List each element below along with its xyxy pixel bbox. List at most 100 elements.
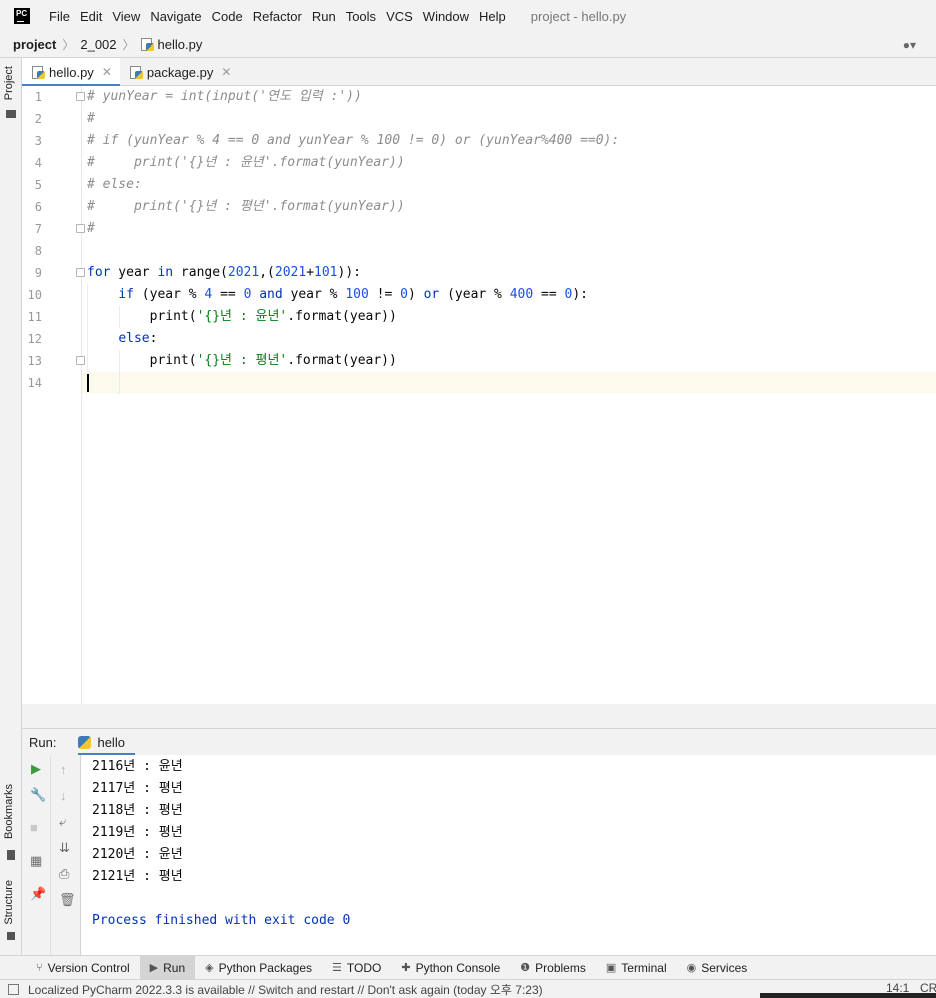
chevron-right-icon: 〉 bbox=[62, 38, 75, 52]
breadcrumb-file-label: hello.py bbox=[157, 37, 203, 52]
line-number: 7 bbox=[34, 222, 42, 236]
pin-icon[interactable]: 📌 bbox=[30, 887, 46, 901]
tool-services[interactable]: ◉ Services bbox=[677, 956, 758, 980]
tab-label: package.py bbox=[146, 64, 214, 80]
menu-edit[interactable]: Edit bbox=[75, 9, 107, 24]
python-file-icon bbox=[129, 65, 143, 79]
project-tool-tab[interactable]: Project bbox=[3, 66, 15, 100]
tab-hello-py[interactable]: hello.py ✕ bbox=[22, 58, 120, 87]
breadcrumb-file[interactable]: hello.py bbox=[140, 37, 203, 52]
current-line-highlight bbox=[22, 372, 936, 394]
code-editor[interactable]: 1 2 3 4 5 6 7 8 9 10 11 12 13 14 # yunYe… bbox=[22, 86, 936, 704]
close-icon[interactable]: ✕ bbox=[102, 65, 112, 79]
line-number: 13 bbox=[27, 354, 42, 368]
python-icon bbox=[78, 735, 92, 749]
arrow-up-icon[interactable]: ↑ bbox=[60, 763, 67, 777]
code-line-7: # bbox=[87, 221, 95, 236]
terminal-icon: ▣ bbox=[605, 962, 617, 974]
line-number: 10 bbox=[27, 288, 42, 302]
line-number: 11 bbox=[27, 310, 42, 324]
arrow-down-icon[interactable]: ↓ bbox=[60, 789, 67, 803]
trash-icon[interactable]: 🗑 bbox=[59, 893, 76, 907]
stop-icon[interactable]: ■ bbox=[30, 821, 38, 835]
menu-window[interactable]: Window bbox=[418, 9, 474, 24]
structure-tool-tab[interactable]: Structure bbox=[3, 880, 15, 925]
line-number: 2 bbox=[34, 112, 42, 126]
scroll-to-end-icon[interactable]: ⇊ bbox=[59, 841, 70, 855]
line-number: 5 bbox=[34, 178, 42, 192]
tool-label: Run bbox=[163, 960, 186, 975]
python-file-icon bbox=[32, 65, 45, 79]
tab-package-py[interactable]: package.py ✕ bbox=[120, 58, 240, 86]
bookmark-icon bbox=[7, 850, 15, 860]
console-output-line: 2116년 : 윤년 bbox=[92, 759, 183, 774]
line-number: 6 bbox=[34, 200, 42, 214]
line-number: 12 bbox=[27, 332, 42, 346]
taskbar-edge bbox=[760, 993, 936, 998]
list-icon: ☰ bbox=[332, 962, 342, 974]
close-icon[interactable]: ✕ bbox=[221, 65, 231, 79]
tool-label: Version Control bbox=[47, 960, 130, 975]
menu-help[interactable]: Help bbox=[474, 9, 511, 24]
soft-wrap-icon[interactable]: ⤶ bbox=[59, 815, 66, 829]
code-line-5: # else: bbox=[87, 177, 142, 192]
line-number: 8 bbox=[34, 244, 42, 258]
bookmarks-tool-tab[interactable]: Bookmarks bbox=[3, 784, 15, 839]
fold-marker-icon[interactable] bbox=[76, 92, 85, 101]
run-console[interactable]: 2116년 : 윤년 2117년 : 평년 2118년 : 평년 2119년 :… bbox=[81, 755, 936, 955]
menu-bar: PC File Edit View Navigate Code Refactor… bbox=[0, 0, 936, 32]
code-line-2: # bbox=[87, 111, 95, 126]
print-icon[interactable]: ⎙ bbox=[59, 867, 69, 881]
wrench-icon[interactable]: 🔧 bbox=[30, 788, 46, 802]
gutter: 1 2 3 4 5 6 7 8 9 10 11 12 13 14 bbox=[22, 86, 82, 704]
menu-view[interactable]: View bbox=[107, 9, 145, 24]
fold-marker-icon[interactable] bbox=[76, 356, 85, 365]
breadcrumb-folder[interactable]: 2_002 bbox=[80, 37, 116, 52]
chevron-right-icon: 〉 bbox=[122, 38, 135, 52]
line-number: 9 bbox=[34, 266, 42, 280]
tool-run[interactable]: ▶ Run bbox=[139, 955, 196, 980]
editor-tab-bar: hello.py ✕ package.py ✕ bbox=[22, 58, 936, 87]
tool-todo[interactable]: ☰ TODO bbox=[322, 956, 391, 980]
code-line-10: if (year % 4 == 0 and year % 100 != 0) o… bbox=[118, 287, 588, 302]
fold-marker-icon[interactable] bbox=[76, 224, 85, 233]
tool-python-console[interactable]: ✚ Python Console bbox=[391, 956, 510, 980]
user-account-icon[interactable]: ●▾ bbox=[903, 38, 916, 52]
code-line-6: # print('{}년 : 평년'.format(yunYear)) bbox=[87, 199, 405, 214]
menu-vcs[interactable]: VCS bbox=[381, 9, 418, 24]
text-caret bbox=[87, 374, 89, 392]
tool-label: TODO bbox=[346, 960, 382, 975]
menu-tools[interactable]: Tools bbox=[341, 9, 381, 24]
console-output-line: 2118년 : 평년 bbox=[92, 803, 183, 818]
console-output-line: 2120년 : 윤년 bbox=[92, 847, 183, 862]
menu-navigate[interactable]: Navigate bbox=[145, 9, 206, 24]
console-output-line: 2117년 : 평년 bbox=[92, 781, 183, 796]
console-output-line: 2121년 : 평년 bbox=[92, 869, 183, 884]
console-actions-toolbar: ↑ ↓ ⤶ ⇊ ⎙ 🗑 bbox=[51, 755, 81, 955]
menu-file[interactable]: File bbox=[44, 9, 75, 24]
menu-code[interactable]: Code bbox=[207, 9, 248, 24]
rerun-icon[interactable]: ▶ bbox=[31, 762, 41, 776]
menu-run[interactable]: Run bbox=[307, 9, 341, 24]
tool-label: Services bbox=[701, 960, 748, 975]
checkbox-icon[interactable] bbox=[8, 984, 19, 995]
line-number: 4 bbox=[34, 156, 42, 170]
run-icon: ▶ bbox=[149, 962, 159, 974]
code-line-1: # yunYear = int(input('연도 입력 :')) bbox=[87, 89, 362, 104]
tool-terminal[interactable]: ▣ Terminal bbox=[596, 956, 677, 980]
line-number: 3 bbox=[34, 134, 42, 148]
tool-python-packages[interactable]: ◈ Python Packages bbox=[195, 956, 322, 980]
tool-label: Terminal bbox=[621, 960, 667, 975]
run-panel-header: Run: hello bbox=[22, 728, 936, 756]
fold-marker-icon[interactable] bbox=[76, 268, 85, 277]
tool-problems[interactable]: ❶ Problems bbox=[510, 956, 596, 980]
menu-refactor[interactable]: Refactor bbox=[248, 9, 307, 24]
update-notification[interactable]: Localized PyCharm 2022.3.3 is available … bbox=[28, 981, 543, 998]
tool-version-control[interactable]: ⑂ Version Control bbox=[26, 956, 140, 980]
layout-icon[interactable]: ▦ bbox=[30, 854, 42, 868]
run-tab-hello[interactable]: hello bbox=[78, 729, 136, 756]
line-number: 14 bbox=[27, 376, 42, 390]
structure-icon bbox=[7, 932, 15, 940]
breadcrumb-project[interactable]: project bbox=[13, 37, 56, 52]
code-line-9: for year in range(2021,(2021+101)): bbox=[87, 265, 361, 280]
